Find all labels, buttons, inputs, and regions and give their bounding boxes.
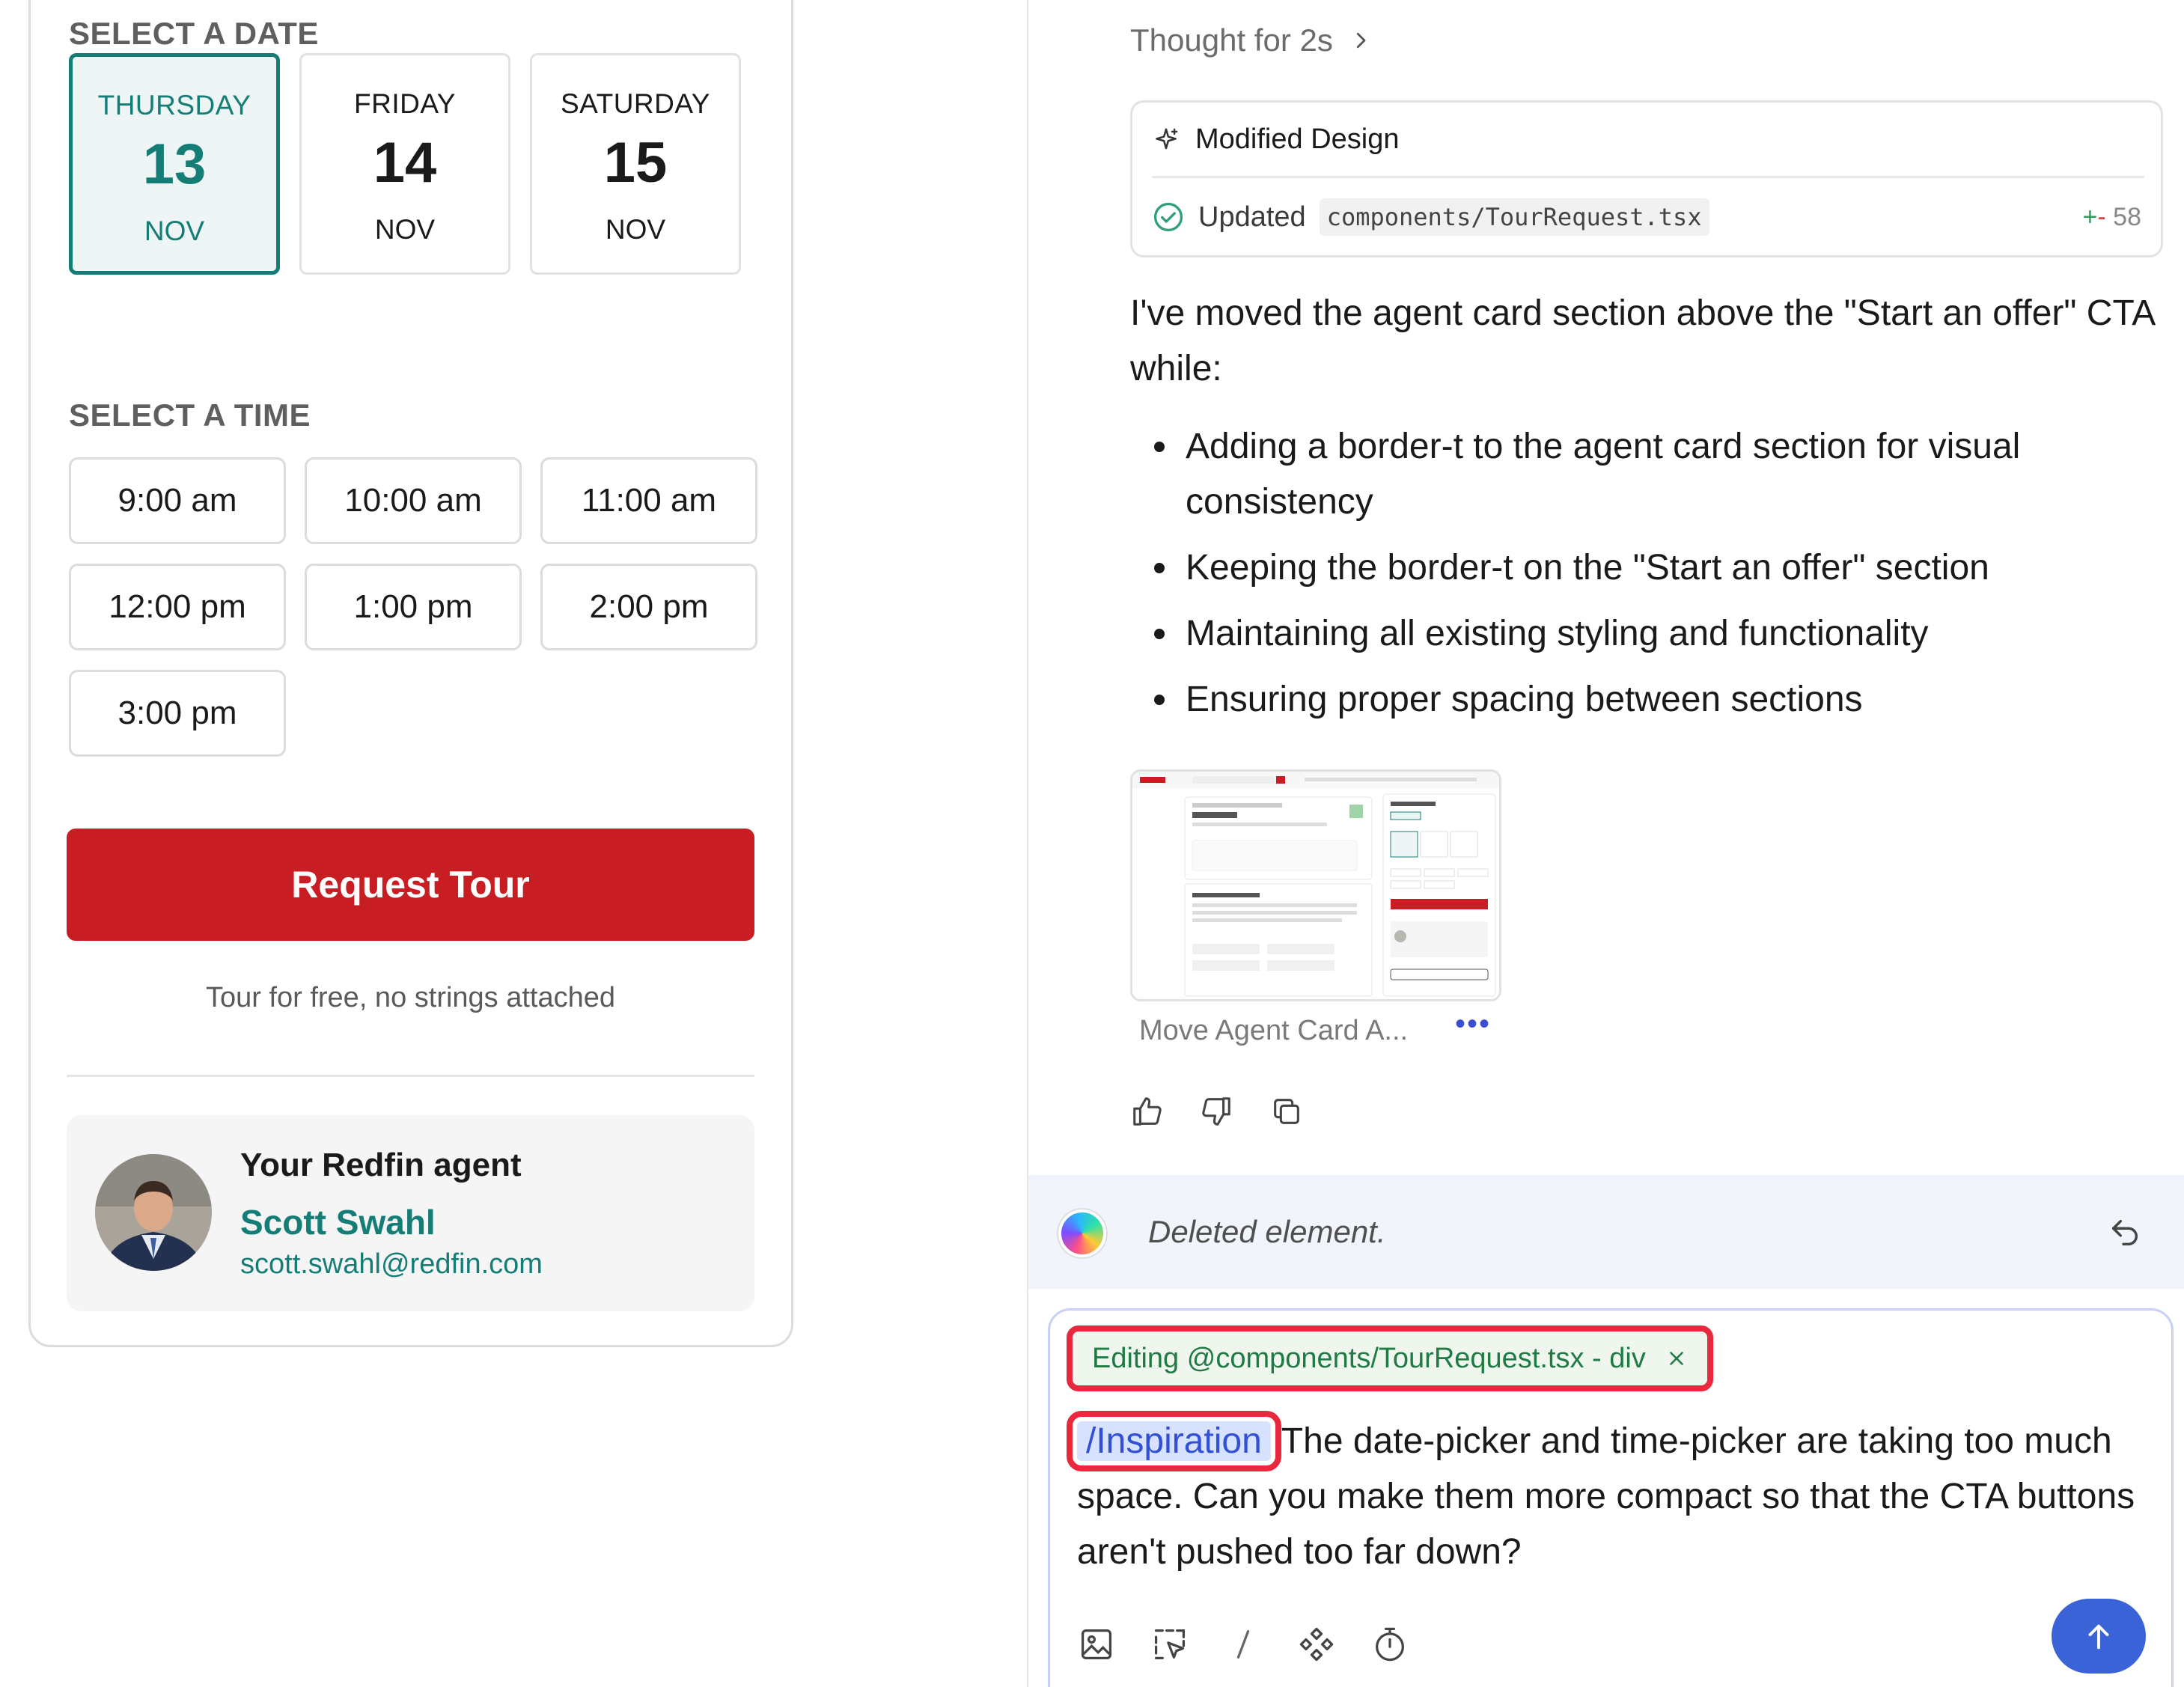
select-time-label: SELECT A TIME [69,397,311,433]
component-icon[interactable] [1297,1625,1336,1664]
section-divider [67,1075,754,1077]
tour-note: Tour for free, no strings attached [205,982,616,1013]
slash-command-tag[interactable]: /Inspiration [1067,1411,1281,1471]
date-day: 14 [373,131,437,195]
list-item: Keeping the border-t on the "Start an of… [1130,540,2156,596]
system-event-row: Deleted element. [1028,1175,2184,1289]
thought-toggle[interactable]: Thought for 2s [1130,22,1372,58]
assistant-avatar [1058,1209,1106,1257]
time-option[interactable]: 11:00 am [540,457,757,544]
undo-icon[interactable] [2108,1215,2142,1250]
date-month: NOV [144,216,205,246]
diff-plus: + [2082,203,2098,231]
time-option[interactable]: 2:00 pm [540,564,757,650]
date-option-friday[interactable]: FRIDAY 14 NOV [299,53,510,275]
chevron-right-icon [1356,32,1366,49]
time-option[interactable]: 1:00 pm [305,564,522,650]
updated-file-row: Updated components/TourRequest.tsx [1152,198,1709,236]
send-button[interactable] [2052,1599,2146,1674]
list-item: Adding a border-t to the agent card sect… [1130,419,2156,530]
slash-icon[interactable] [1224,1625,1263,1664]
timer-icon[interactable] [1370,1625,1409,1664]
modified-design-header: Modified Design [1152,123,1399,156]
time-option[interactable]: 12:00 pm [69,564,286,650]
date-month: NOV [605,214,666,245]
select-element-icon[interactable] [1150,1625,1189,1664]
select-date-label: SELECT A DATE [69,16,319,51]
system-event-text: Deleted element. [1148,1214,1386,1249]
more-options-icon[interactable]: ••• [1455,1007,1491,1041]
list-item: Maintaining all existing styling and fun… [1130,606,2156,662]
date-option-saturday[interactable]: SATURDAY 15 NOV [530,53,741,275]
time-option[interactable]: 3:00 pm [69,670,286,757]
design-preview-thumbnail[interactable] [1130,769,1501,1001]
date-option-thursday[interactable]: THURSDAY 13 NOV [69,53,280,275]
diff-minus: - [2097,203,2106,231]
diff-stats: +- 58 [2083,203,2141,232]
date-dow: THURSDAY [97,90,251,120]
agent-avatar [95,1154,212,1271]
close-icon[interactable] [1665,1347,1688,1370]
check-circle-icon [1153,202,1183,232]
chat-panel: Thought for 2s Modified Design Updated c… [1028,0,2184,1687]
editing-context-chip[interactable]: Editing @components/TourRequest.tsx - di… [1067,1326,1713,1391]
modified-design-card[interactable]: Modified Design Updated components/TourR… [1130,100,2163,257]
thumbs-down-icon[interactable] [1199,1094,1233,1129]
agent-email-link[interactable]: scott.swahl@redfin.com [240,1248,543,1281]
list-item: Ensuring proper spacing between sections [1130,672,2156,727]
thumbs-up-icon[interactable] [1130,1094,1165,1129]
agent-name-link[interactable]: Scott Swahl [240,1202,436,1242]
date-dow: SATURDAY [561,88,710,119]
copy-icon[interactable] [1269,1094,1304,1129]
assistant-bullet-list: Adding a border-t to the agent card sect… [1130,419,2156,738]
diff-count: 58 [2113,203,2141,231]
context-chip-label: Editing @components/TourRequest.tsx - di… [1092,1342,1646,1374]
agent-heading: Your Redfin agent [240,1147,522,1183]
date-day: 15 [603,131,668,195]
agent-card: Your Redfin agent Scott Swahl scott.swah… [67,1115,754,1311]
sparkle-icon [1156,127,1178,149]
request-tour-button[interactable]: Request Tour [67,829,754,941]
image-icon[interactable] [1077,1625,1116,1664]
date-month: NOV [374,214,436,245]
composer-input[interactable]: /Inspiration The date-picker and time-pic… [1067,1411,2140,1580]
file-path-chip[interactable]: components/TourRequest.tsx [1319,198,1709,236]
message-composer[interactable]: Editing @components/TourRequest.tsx - di… [1048,1308,2174,1687]
thought-label: Thought for 2s [1130,22,1333,58]
modified-design-title: Modified Design [1195,123,1400,155]
time-option[interactable]: 10:00 am [305,457,522,544]
thumbnail-caption: Move Agent Card A... [1139,1015,1409,1046]
assistant-message-intro: I've moved the agent card section above … [1130,293,2154,388]
arrow-up-icon [2088,1624,2109,1650]
tour-request-panel: SELECT A DATE THURSDAY 13 NOV FRIDAY 14 … [0,0,1027,1687]
time-option[interactable]: 9:00 am [69,457,286,544]
date-dow: FRIDAY [354,88,456,119]
updated-label: Updated [1198,201,1306,233]
date-day: 13 [142,132,207,196]
card-divider [1152,176,2144,178]
